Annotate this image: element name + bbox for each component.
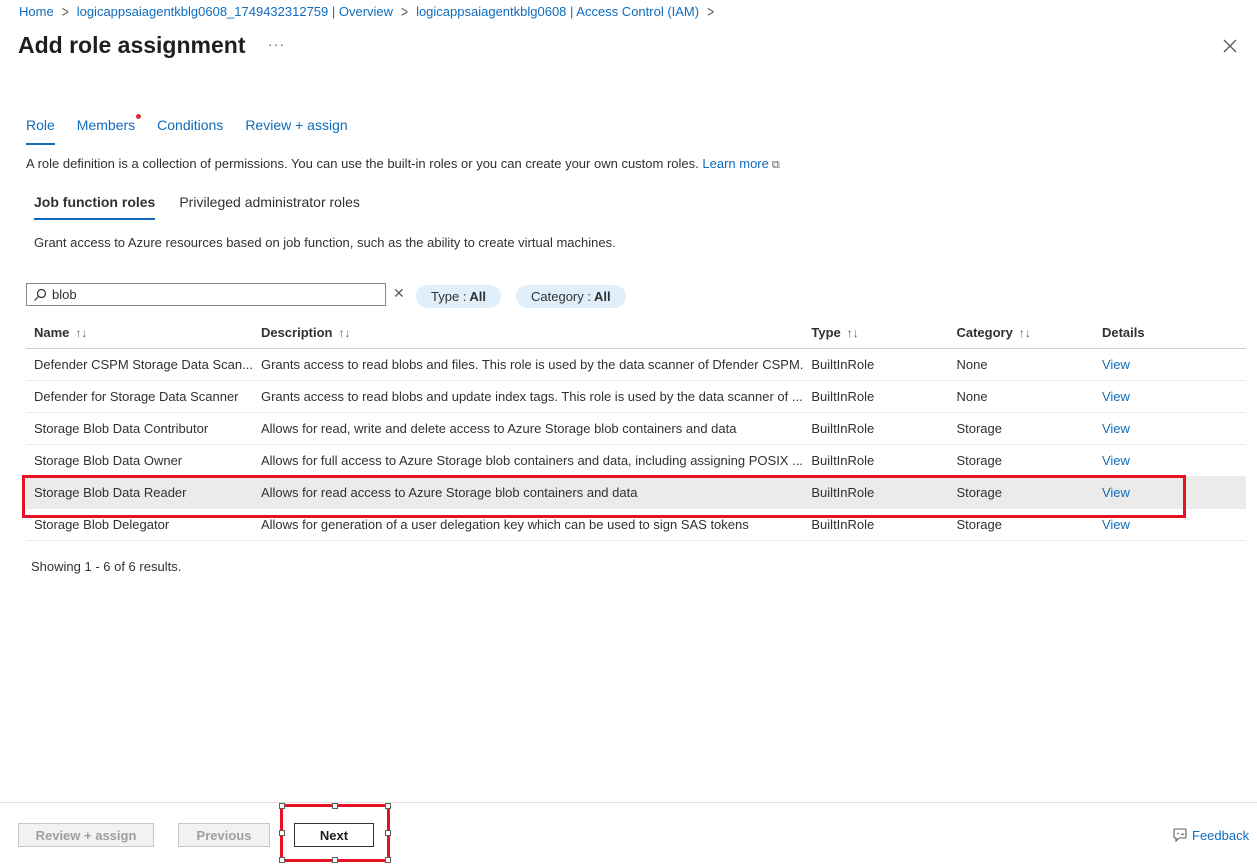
tab-members[interactable]: Members — [77, 114, 142, 139]
resize-handle — [385, 830, 391, 836]
table-row-selected[interactable]: Storage Blob Data Reader Allows for read… — [26, 476, 1246, 509]
chevron-right-icon: > — [61, 2, 69, 21]
chevron-right-icon: > — [707, 2, 715, 21]
table-row[interactable]: Storage Blob Data Owner Allows for full … — [26, 444, 1246, 477]
resize-handle — [279, 857, 285, 863]
role-type: BuiltInRole — [803, 348, 949, 381]
column-header-details: Details — [1093, 318, 1246, 349]
role-description-cell: Grants access to read blobs and update i… — [252, 380, 804, 413]
role-description-cell: Allows for generation of a user delegati… — [252, 508, 804, 541]
role-name: Storage Blob Data Reader — [26, 476, 253, 509]
view-details-link[interactable]: View — [1102, 485, 1130, 500]
resize-handle — [332, 857, 338, 863]
role-description: A role definition is a collection of per… — [26, 156, 780, 171]
category-filter[interactable]: Category : All — [516, 285, 626, 308]
view-details-link[interactable]: View — [1102, 453, 1130, 468]
role-description-cell: Allows for read, write and delete access… — [252, 412, 804, 445]
breadcrumb-iam[interactable]: logicappsaiagentkblg0608 | Access Contro… — [416, 4, 699, 19]
sort-icon: ↑↓ — [1018, 326, 1031, 341]
breadcrumb: Home > logicappsaiagentkblg0608_17494323… — [19, 2, 722, 21]
resize-handle — [279, 803, 285, 809]
table-header-row: Name ↑↓ Description ↑↓ Type ↑↓ Category ↑↓ D… — [26, 318, 1246, 349]
role-type-tabs: Job function roles Privileged administra… — [34, 194, 384, 220]
role-type: BuiltInRole — [803, 444, 949, 477]
tab-conditions[interactable]: Conditions — [157, 117, 223, 139]
page-title: Add role assignment — [18, 32, 246, 58]
role-name: Storage Blob Data Contributor — [26, 412, 253, 445]
view-details-link[interactable]: View — [1102, 357, 1130, 372]
tab-job-function-roles[interactable]: Job function roles — [34, 194, 156, 220]
tab-review-assign[interactable]: Review + assign — [245, 117, 347, 139]
close-icon[interactable] — [1220, 36, 1240, 56]
column-header-type[interactable]: Type ↑↓ — [803, 318, 949, 349]
view-details-link[interactable]: View — [1102, 421, 1130, 436]
resize-handle — [385, 857, 391, 863]
previous-button[interactable]: Previous — [178, 823, 270, 847]
column-header-category[interactable]: Category ↑↓ — [948, 318, 1094, 349]
table-row[interactable]: Defender CSPM Storage Data Scan... Grant… — [26, 348, 1246, 381]
clear-search-icon[interactable]: ✕ — [393, 285, 405, 302]
footer-divider — [0, 802, 1257, 803]
role-type: BuiltInRole — [803, 508, 949, 541]
view-details-link[interactable]: View — [1102, 517, 1130, 532]
job-function-description: Grant access to Azure resources based on… — [34, 235, 616, 250]
more-options-icon[interactable]: ··· — [268, 36, 285, 52]
table-row[interactable]: Storage Blob Delegator Allows for genera… — [26, 508, 1246, 541]
view-details-link[interactable]: View — [1102, 389, 1130, 404]
role-category: Storage — [948, 508, 1094, 541]
results-count: Showing 1 - 6 of 6 results. — [31, 559, 182, 574]
table-row[interactable]: Storage Blob Data Contributor Allows for… — [26, 412, 1246, 445]
tab-role[interactable]: Role — [26, 117, 55, 145]
column-header-name[interactable]: Name ↑↓ — [26, 318, 253, 349]
external-link-icon: ⧉ — [771, 159, 780, 171]
resize-handle — [385, 803, 391, 809]
sort-icon: ↑↓ — [846, 326, 859, 341]
learn-more-link[interactable]: Learn more ⧉ — [702, 156, 779, 171]
search-box[interactable] — [26, 283, 386, 306]
role-description-cell: Grants access to read blobs and files. T… — [252, 348, 804, 381]
table-row[interactable]: Defender for Storage Data Scanner Grants… — [26, 380, 1246, 413]
role-name: Storage Blob Data Owner — [26, 444, 253, 477]
search-input[interactable] — [52, 287, 385, 302]
search-icon — [34, 288, 47, 301]
roles-table: Name ↑↓ Description ↑↓ Type ↑↓ Category ↑↓ D… — [26, 318, 1246, 541]
feedback-icon — [1173, 828, 1187, 843]
role-name: Defender for Storage Data Scanner — [26, 380, 253, 413]
type-filter[interactable]: Type : All — [416, 285, 502, 308]
role-type: BuiltInRole — [803, 412, 949, 445]
next-button[interactable]: Next — [294, 823, 374, 847]
role-type: BuiltInRole — [803, 380, 949, 413]
sort-icon: ↑↓ — [75, 326, 88, 341]
review-assign-button[interactable]: Review + assign — [18, 823, 154, 847]
tab-privileged-admin-roles[interactable]: Privileged administrator roles — [179, 194, 360, 220]
role-name: Storage Blob Delegator — [26, 508, 253, 541]
role-name: Defender CSPM Storage Data Scan... — [26, 348, 253, 381]
role-description-cell: Allows for read access to Azure Storage … — [252, 476, 804, 509]
breadcrumb-home[interactable]: Home — [19, 4, 54, 19]
role-category: Storage — [948, 476, 1094, 509]
role-category: Storage — [948, 444, 1094, 477]
role-description-cell: Allows for full access to Azure Storage … — [252, 444, 804, 477]
role-category: None — [948, 348, 1094, 381]
role-category: Storage — [948, 412, 1094, 445]
breadcrumb-overview[interactable]: logicappsaiagentkblg0608_1749432312759 |… — [77, 4, 393, 19]
resize-handle — [279, 830, 285, 836]
resize-handle — [332, 803, 338, 809]
column-header-description[interactable]: Description ↑↓ — [252, 318, 804, 349]
sort-icon: ↑↓ — [338, 326, 351, 341]
wizard-tabs: Role Members Conditions Review + assign — [26, 114, 370, 145]
required-indicator-icon — [136, 114, 142, 119]
role-type: BuiltInRole — [803, 476, 949, 509]
role-category: None — [948, 380, 1094, 413]
chevron-right-icon: > — [401, 2, 409, 21]
feedback-link[interactable]: Feedback — [1172, 827, 1249, 843]
